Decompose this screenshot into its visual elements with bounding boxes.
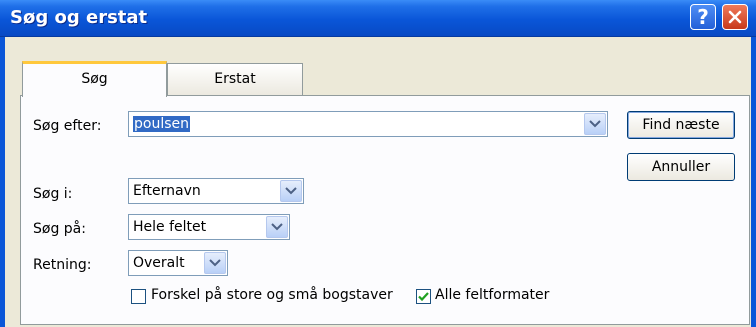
close-icon bbox=[728, 10, 742, 24]
window-border-right bbox=[751, 37, 756, 327]
match-select[interactable]: Hele feltet bbox=[128, 214, 290, 240]
help-icon: ? bbox=[697, 5, 709, 29]
case-sensitive-checkbox[interactable] bbox=[131, 289, 146, 304]
tab-replace[interactable]: Erstat bbox=[167, 63, 303, 95]
case-sensitive-label: Forskel på store og små bogstaver bbox=[151, 287, 393, 303]
all-formats-checkbox[interactable] bbox=[416, 289, 431, 304]
chevron-down-icon bbox=[589, 120, 601, 128]
match-dropdown-button[interactable] bbox=[266, 216, 288, 238]
chevron-down-icon bbox=[209, 259, 221, 267]
cancel-button[interactable]: Annuller bbox=[627, 153, 735, 181]
search-in-value: Efternavn bbox=[133, 183, 201, 199]
search-input[interactable]: poulsen bbox=[133, 116, 190, 132]
search-in-label: Søg i: bbox=[33, 186, 73, 202]
search-label: Søg efter: bbox=[33, 118, 102, 134]
match-value: Hele feltet bbox=[133, 219, 207, 235]
window-border-left bbox=[0, 37, 5, 327]
direction-label: Retning: bbox=[33, 257, 92, 273]
search-dropdown-button[interactable] bbox=[584, 113, 606, 135]
find-next-button[interactable]: Find næste bbox=[627, 111, 735, 139]
close-button[interactable] bbox=[722, 4, 748, 30]
all-formats-label: Alle feltformater bbox=[435, 287, 550, 303]
match-label: Søg på: bbox=[33, 221, 86, 237]
search-in-dropdown-button[interactable] bbox=[280, 180, 302, 202]
title-bar[interactable]: Søg og erstat ? bbox=[0, 0, 756, 37]
window-title: Søg og erstat bbox=[10, 7, 148, 28]
help-button[interactable]: ? bbox=[690, 4, 716, 30]
chevron-down-icon bbox=[285, 187, 297, 195]
chevron-down-icon bbox=[271, 223, 283, 231]
search-combobox[interactable]: poulsen bbox=[128, 111, 608, 137]
direction-dropdown-button[interactable] bbox=[204, 252, 226, 274]
tab-search[interactable]: Søg bbox=[22, 61, 167, 97]
direction-select[interactable]: Overalt bbox=[128, 250, 228, 276]
search-in-select[interactable]: Efternavn bbox=[128, 178, 304, 204]
search-value: poulsen bbox=[133, 116, 190, 132]
direction-value: Overalt bbox=[133, 255, 185, 271]
checkmark-icon bbox=[418, 292, 429, 302]
